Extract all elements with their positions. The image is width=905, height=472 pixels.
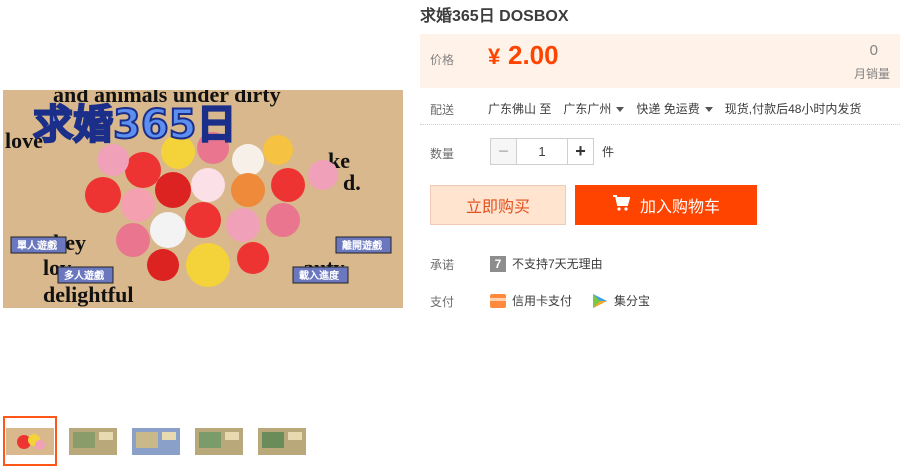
quantity-unit: 件: [602, 145, 615, 159]
payment-jifenbao: 集分宝: [614, 294, 651, 308]
price-label: 价格: [430, 53, 455, 67]
quantity-label: 数量: [430, 147, 455, 161]
buy-now-button[interactable]: 立即购买: [430, 185, 566, 225]
ship-method-select[interactable]: 快递 免运费: [636, 100, 713, 117]
jifenbao-icon: [592, 293, 608, 309]
menu-multi: 多人遊戲: [64, 269, 105, 282]
shipping-label: 配送: [430, 103, 455, 117]
promise-text: 不支持7天无理由: [512, 257, 603, 271]
thumbnail-4[interactable]: [192, 416, 246, 466]
shipping-row: 广东佛山 至 广东广州 快递 免运费 现货,付款后48小时内发货: [488, 100, 861, 117]
monthly-sales-count: 0: [869, 42, 878, 59]
quantity-input[interactable]: 1: [517, 138, 567, 165]
thumbnail-3[interactable]: [129, 416, 183, 466]
payment-label: 支付: [430, 295, 455, 309]
chevron-down-icon: [616, 107, 625, 113]
menu-exit: 離開遊戲: [342, 239, 383, 252]
chevron-down-icon: [704, 107, 713, 113]
game-logo: 求婚365日: [33, 102, 237, 148]
product-title: 求婚365日 DOSBOX: [420, 8, 569, 25]
monthly-sales-label: 月销量: [853, 67, 890, 81]
thumbnail-5[interactable]: [255, 416, 309, 466]
quantity-plus-button[interactable]: +: [567, 138, 594, 165]
ship-from: 广东佛山 至: [488, 102, 552, 116]
cart-icon: [612, 194, 631, 216]
svg-text:d.: d.: [343, 170, 361, 195]
price-value: 2.00: [508, 40, 559, 70]
payment-credit-card: 信用卡支付: [512, 294, 573, 308]
thumbnail-strip: [3, 416, 309, 466]
seven-day-icon: 7: [490, 255, 506, 272]
quantity-stepper: − 1 + 件: [490, 138, 614, 165]
payment-row: 信用卡支付 集分宝: [490, 292, 650, 309]
menu-load: 載入進度: [299, 269, 340, 282]
promise-label: 承诺: [430, 258, 455, 272]
promise-row: 7 不支持7天无理由: [490, 255, 603, 272]
ship-note: 现货,付款后48小时内发货: [724, 102, 862, 116]
divider: [420, 124, 900, 125]
ship-to-select[interactable]: 广东广州: [563, 100, 625, 117]
add-to-cart-button[interactable]: 加入购物车: [575, 185, 757, 225]
thumbnail-2[interactable]: [66, 416, 120, 466]
svg-text:delightful: delightful: [43, 282, 133, 307]
credit-card-icon: [490, 293, 506, 308]
currency-symbol: ¥: [488, 44, 501, 69]
price-box: 价格 ¥ 2.00 0 月销量: [420, 34, 900, 88]
quantity-minus-button[interactable]: −: [490, 138, 517, 165]
main-product-image: and animals under dirty love ke d. hey l…: [3, 90, 403, 308]
menu-single: 單人遊戲: [17, 239, 58, 252]
add-to-cart-label: 加入购物车: [639, 199, 720, 216]
thumbnail-1[interactable]: [3, 416, 57, 466]
